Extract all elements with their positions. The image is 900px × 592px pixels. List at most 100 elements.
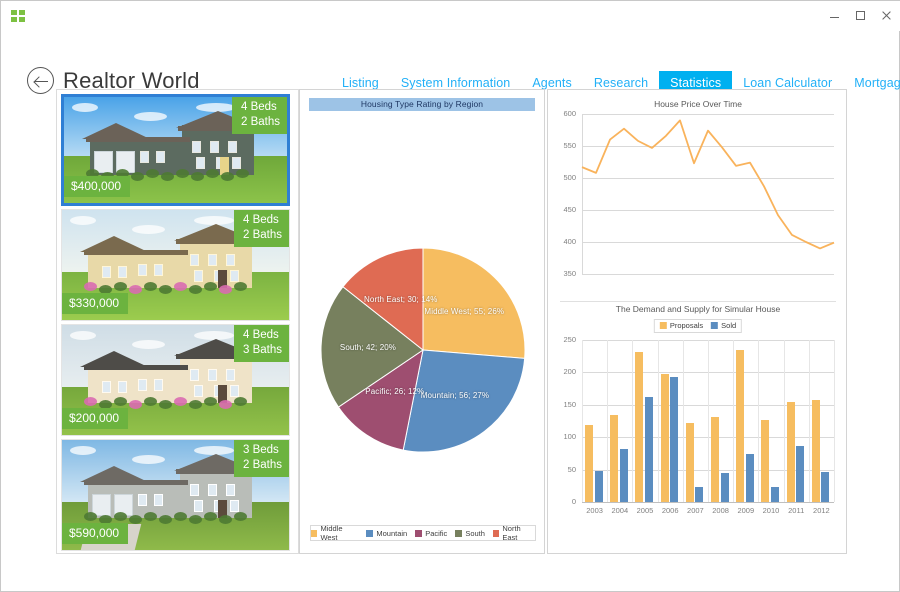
bar-proposals[interactable] — [761, 420, 769, 502]
baths-label: 2 Baths — [243, 228, 282, 243]
pie-slice-label: Middle West; 55; 26% — [424, 307, 504, 316]
bar-proposals[interactable] — [610, 415, 618, 502]
line-series — [548, 90, 848, 302]
pie-slice-label: North East; 30; 14% — [364, 295, 438, 304]
pie-legend-item[interactable]: Middle West — [311, 524, 358, 542]
bar-sold[interactable] — [645, 397, 653, 502]
pie-legend-item[interactable]: Pacific — [415, 529, 447, 538]
bar-y-tick: 50 — [550, 465, 576, 474]
app-window: Realtor World ListingSystem InformationA… — [0, 0, 900, 592]
bar-x-tick: 2012 — [809, 506, 834, 515]
bar-x-tick: 2011 — [784, 506, 809, 515]
bar-proposals[interactable] — [686, 423, 694, 502]
pie-chart-title: Housing Type Rating by Region — [309, 98, 535, 111]
bar-x-tick: 2005 — [632, 506, 657, 515]
x-axis — [582, 502, 834, 503]
baths-label: 3 Baths — [243, 343, 282, 358]
category-separator — [784, 340, 785, 502]
back-arrow-icon[interactable] — [27, 67, 54, 94]
bar-legend-item[interactable]: Proposals — [660, 321, 703, 330]
category-separator — [607, 340, 608, 502]
pie-legend-item[interactable]: Mountain — [366, 529, 407, 538]
bar-x-tick: 2008 — [708, 506, 733, 515]
bar-y-tick: 100 — [550, 432, 576, 441]
bar-sold[interactable] — [695, 487, 703, 502]
close-button[interactable] — [880, 9, 893, 22]
charts-panel: House Price Over Time 600550500450400350… — [547, 89, 847, 554]
minimize-button[interactable] — [828, 9, 841, 22]
bar-proposals[interactable] — [787, 402, 795, 502]
bar-proposals[interactable] — [585, 425, 593, 502]
pie-svg — [300, 195, 546, 515]
legend-swatch-icon — [660, 322, 667, 329]
plot-right-border — [834, 340, 835, 502]
bar-y-tick: 150 — [550, 400, 576, 409]
bar-proposals[interactable] — [812, 400, 820, 502]
pie-slice[interactable] — [403, 350, 524, 452]
beds-label: 4 Beds — [243, 213, 282, 228]
pie-chart-legend: Middle West Mountain Pacific South North Eas… — [310, 525, 536, 541]
bar-y-tick: 200 — [550, 367, 576, 376]
category-separator — [809, 340, 810, 502]
bar-x-tick: 2004 — [607, 506, 632, 515]
bar-x-tick: 2006 — [658, 506, 683, 515]
bar-sold[interactable] — [821, 472, 829, 502]
bar-legend-item[interactable]: Sold — [711, 321, 736, 330]
legend-swatch-icon — [493, 530, 499, 537]
pie-chart-panel: Housing Type Rating by Region Middle Wes… — [299, 89, 545, 554]
bar-legend-label: Sold — [721, 321, 736, 330]
bar-chart: The Demand and Supply for Simular House … — [548, 302, 848, 554]
pie-chart: Middle West; 55; 26%Mountain; 56; 27%Pac… — [300, 195, 546, 515]
listing-price: $590,000 — [62, 523, 128, 544]
listing-card-list: 4 Beds2 Baths$400,0004 Beds2 Baths$330,0… — [61, 94, 290, 554]
listing-card[interactable]: 4 Beds2 Baths$330,000 — [61, 209, 290, 321]
beds-label: 4 Beds — [243, 328, 282, 343]
pie-legend-item[interactable]: South — [455, 529, 485, 538]
line-chart: House Price Over Time 600550500450400350 — [548, 90, 848, 302]
listing-card[interactable]: 3 Beds2 Baths$590,000 — [61, 439, 290, 551]
bar-legend-label: Proposals — [670, 321, 703, 330]
bar-sold[interactable] — [595, 471, 603, 502]
bar-sold[interactable] — [721, 473, 729, 502]
bar-sold[interactable] — [796, 446, 804, 502]
bar-proposals[interactable] — [736, 350, 744, 502]
pie-legend-label: South — [465, 529, 485, 538]
maximize-button[interactable] — [854, 9, 867, 22]
pie-legend-item[interactable]: North East — [493, 524, 535, 542]
pie-legend-label: North East — [502, 524, 535, 542]
bar-proposals[interactable] — [661, 374, 669, 502]
bar-sold[interactable] — [620, 449, 628, 502]
bar-sold[interactable] — [670, 377, 678, 502]
bar-x-tick: 2003 — [582, 506, 607, 515]
bar-chart-legend: Proposals Sold — [654, 319, 742, 333]
bar-x-tick: 2007 — [683, 506, 708, 515]
title-bar — [1, 1, 900, 31]
legend-swatch-icon — [415, 530, 422, 537]
beds-baths-badge: 4 Beds3 Baths — [234, 325, 289, 362]
legend-swatch-icon — [455, 530, 462, 537]
category-separator — [683, 340, 684, 502]
bar-sold[interactable] — [746, 454, 754, 502]
baths-label: 2 Baths — [241, 115, 280, 130]
pie-legend-label: Middle West — [320, 524, 358, 542]
category-separator — [733, 340, 734, 502]
bar-proposals[interactable] — [711, 417, 719, 502]
pie-legend-label: Mountain — [376, 529, 407, 538]
beds-label: 3 Beds — [243, 443, 282, 458]
category-separator — [708, 340, 709, 502]
beds-label: 4 Beds — [241, 100, 280, 115]
nav-item-mortgage-rates[interactable]: Mortgage Rates — [843, 71, 900, 95]
bar-chart-title: The Demand and Supply for Simular House — [548, 304, 848, 314]
listing-card[interactable]: 4 Beds3 Baths$200,000 — [61, 324, 290, 436]
category-separator — [632, 340, 633, 502]
category-separator — [658, 340, 659, 502]
pie-slice[interactable] — [423, 248, 525, 358]
listings-panel: 4 Beds2 Baths$400,0004 Beds2 Baths$330,0… — [56, 89, 299, 554]
bar-x-tick: 2010 — [758, 506, 783, 515]
listing-card[interactable]: 4 Beds2 Baths$400,000 — [61, 94, 290, 206]
grid-squares-icon — [11, 10, 25, 22]
bar-proposals[interactable] — [635, 352, 643, 502]
pie-slice-label: South; 42; 20% — [340, 343, 396, 352]
bar-sold[interactable] — [771, 487, 779, 502]
line-path — [582, 120, 834, 248]
